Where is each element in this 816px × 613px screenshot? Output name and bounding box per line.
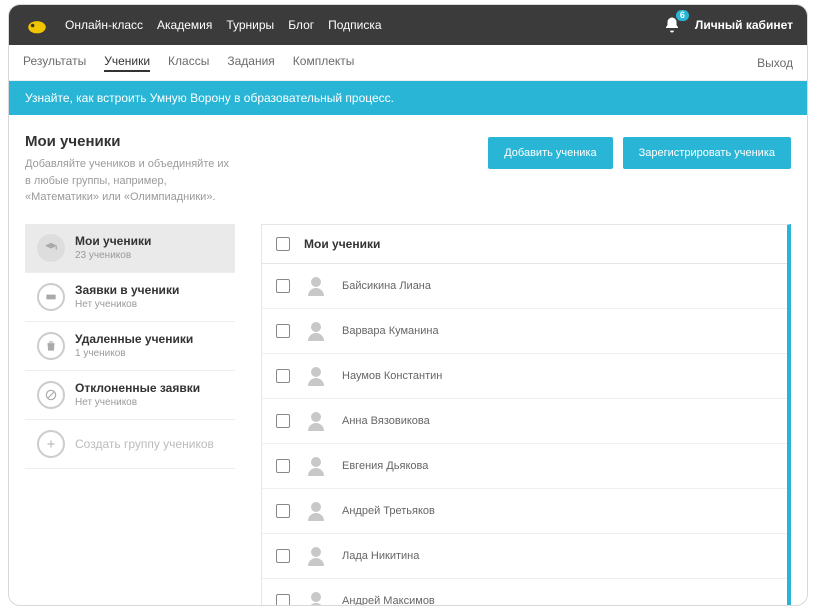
sidebar-item-deleted[interactable]: Удаленные ученики 1 учеников: [25, 322, 235, 371]
student-name: Андрей Третьяков: [342, 505, 435, 517]
students-icon: [37, 234, 65, 262]
avatar-icon: [304, 544, 328, 568]
topnav-item[interactable]: Онлайн-класс: [65, 18, 143, 32]
sidebar-item-title: Отклоненные заявки: [75, 381, 200, 395]
tab-комплекты[interactable]: Комплекты: [293, 54, 355, 72]
sidebar-item-title: Удаленные ученики: [75, 332, 193, 346]
sidebar-item-sub: 23 учеников: [75, 250, 151, 261]
student-checkbox[interactable]: [276, 414, 290, 428]
tab-классы[interactable]: Классы: [168, 54, 209, 72]
tab-результаты[interactable]: Результаты: [23, 54, 86, 72]
register-student-button[interactable]: Зарегистрировать ученика: [623, 137, 791, 169]
deleted-icon: [37, 332, 65, 360]
student-checkbox[interactable]: [276, 324, 290, 338]
topnav-item[interactable]: Подписка: [328, 18, 381, 32]
student-row[interactable]: Наумов Константин: [262, 354, 787, 399]
avatar-icon: [304, 409, 328, 433]
logo-icon[interactable]: [23, 14, 51, 36]
student-checkbox[interactable]: [276, 594, 290, 607]
sidebar-item-sub: Нет учеников: [75, 397, 200, 408]
avatar-icon: [304, 274, 328, 298]
panel-title: Мои ученики: [304, 237, 380, 251]
student-name: Варвара Куманина: [342, 325, 439, 337]
student-row[interactable]: Лада Никитина: [262, 534, 787, 579]
plus-icon: [37, 430, 65, 458]
select-all-checkbox[interactable]: [276, 237, 290, 251]
subnav: РезультатыУченикиКлассыЗаданияКомплекты …: [9, 45, 807, 81]
student-checkbox[interactable]: [276, 279, 290, 293]
student-row[interactable]: Анна Вязовикова: [262, 399, 787, 444]
page-title: Мои ученики: [25, 133, 468, 150]
student-checkbox[interactable]: [276, 459, 290, 473]
avatar-icon: [304, 319, 328, 343]
tab-ученики[interactable]: Ученики: [104, 54, 150, 72]
requests-icon: [37, 283, 65, 311]
rejected-icon: [37, 381, 65, 409]
sidebar-item-sub: 1 учеников: [75, 348, 193, 359]
student-row[interactable]: Андрей Третьяков: [262, 489, 787, 534]
student-row[interactable]: Евгения Дьякова: [262, 444, 787, 489]
student-name: Евгения Дьякова: [342, 460, 428, 472]
students-panel: Мои ученики Байсикина Лиана Варвара Куман…: [261, 224, 791, 607]
sidebar-item-title: Мои ученики: [75, 234, 151, 248]
avatar-icon: [304, 499, 328, 523]
notification-bell[interactable]: 6: [661, 14, 683, 36]
student-name: Анна Вязовикова: [342, 415, 430, 427]
student-checkbox[interactable]: [276, 504, 290, 518]
sidebar-item-rejected[interactable]: Отклоненные заявки Нет учеников: [25, 371, 235, 420]
avatar-icon: [304, 589, 328, 607]
student-row[interactable]: Варвара Куманина: [262, 309, 787, 354]
avatar-icon: [304, 364, 328, 388]
add-student-button[interactable]: Добавить ученика: [488, 137, 612, 169]
topnav-item[interactable]: Блог: [288, 18, 314, 32]
topnav-item[interactable]: Турниры: [226, 18, 274, 32]
sidebar-item-sub: Нет учеников: [75, 299, 179, 310]
notification-badge: 6: [676, 10, 689, 21]
page-subtitle: Добавляйте учеников и объединяйте их в л…: [25, 156, 275, 206]
student-row[interactable]: Байсикина Лиана: [262, 264, 787, 309]
student-name: Байсикина Лиана: [342, 280, 431, 292]
student-checkbox[interactable]: [276, 549, 290, 563]
topnav-links: Онлайн-класс Академия Турниры Блог Подпи…: [65, 18, 661, 32]
sidebar-item-requests[interactable]: Заявки в ученики Нет учеников: [25, 273, 235, 322]
avatar-icon: [304, 454, 328, 478]
create-group-label: Создать группу учеников: [75, 437, 214, 451]
student-name: Андрей Максимов: [342, 595, 435, 607]
create-group-button[interactable]: Создать группу учеников: [25, 420, 235, 469]
info-banner[interactable]: Узнайте, как встроить Умную Ворону в обр…: [9, 81, 807, 115]
panel-header: Мои ученики: [262, 225, 787, 264]
topbar: Онлайн-класс Академия Турниры Блог Подпи…: [9, 5, 807, 45]
student-name: Наумов Константин: [342, 370, 442, 382]
tab-задания[interactable]: Задания: [227, 54, 274, 72]
logout-link[interactable]: Выход: [757, 56, 793, 70]
sidebar-item-title: Заявки в ученики: [75, 283, 179, 297]
topnav-item[interactable]: Академия: [157, 18, 212, 32]
student-row[interactable]: Андрей Максимов: [262, 579, 787, 607]
groups-sidebar: Мои ученики 23 учеников Заявки в ученики Не…: [25, 224, 235, 469]
student-checkbox[interactable]: [276, 369, 290, 383]
student-name: Лада Никитина: [342, 550, 419, 562]
sidebar-item-students[interactable]: Мои ученики 23 учеников: [25, 224, 235, 273]
account-link[interactable]: Личный кабинет: [695, 18, 793, 32]
